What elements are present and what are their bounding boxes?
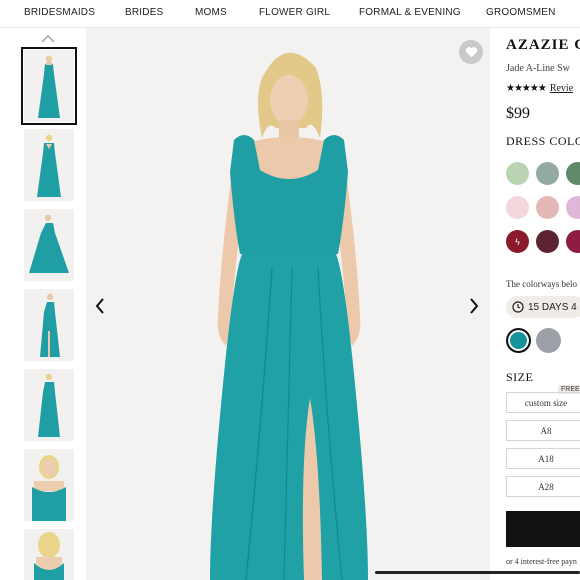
selected-color-swatch[interactable] xyxy=(506,328,531,353)
add-to-bag-button[interactable] xyxy=(506,511,580,547)
colorways-note: The colorways belo xyxy=(506,279,577,289)
nav-item-brides[interactable]: BRIDES xyxy=(125,7,163,18)
horizontal-scrollbar[interactable] xyxy=(375,571,580,574)
clock-icon xyxy=(512,301,524,313)
chevron-left-icon xyxy=(95,298,104,314)
nav-item-groomsmen[interactable]: GROOMSMEN xyxy=(486,7,556,18)
size-option-a28[interactable]: A28 xyxy=(506,476,580,497)
product-title: AZAZIE C xyxy=(506,37,580,53)
color-swatch[interactable] xyxy=(536,230,559,253)
shipping-label: 15 DAYS 4 xyxy=(528,301,577,313)
color-swatch[interactable] xyxy=(566,230,580,253)
lightning-icon: ϟ xyxy=(515,236,520,247)
thumbnail-closeup-front[interactable] xyxy=(24,449,74,521)
nav-item-flower-girl[interactable]: FLOWER GIRL xyxy=(259,7,330,18)
dress-color-label: DRESS COLO xyxy=(506,134,580,148)
shipping-badge: 15 DAYS 4 xyxy=(506,296,580,318)
nav-item-moms[interactable]: MOMS xyxy=(195,7,227,18)
favorite-button[interactable] xyxy=(459,40,483,64)
color-swatch[interactable] xyxy=(566,196,580,219)
color-swatch[interactable] xyxy=(566,162,580,185)
thumbnail-closeup-back[interactable] xyxy=(24,529,74,580)
top-navigation: BRIDESMAIDS BRIDES MOMS FLOWER GIRL FORM… xyxy=(0,0,580,28)
color-swatch[interactable] xyxy=(506,196,529,219)
thumbnail-back[interactable] xyxy=(24,129,74,201)
color-swatch[interactable] xyxy=(536,328,561,353)
size-label: SIZE xyxy=(506,370,534,384)
size-option-a18[interactable]: A18 xyxy=(506,448,580,469)
payment-note: or 4 interest-free payn xyxy=(506,557,577,566)
color-swatch[interactable] xyxy=(536,196,559,219)
color-swatch[interactable]: ϟ xyxy=(506,230,529,253)
prev-image-button[interactable] xyxy=(90,294,110,318)
thumbnail-twirl[interactable] xyxy=(24,209,74,281)
thumbnail-front[interactable] xyxy=(21,47,77,125)
main-product-image[interactable] xyxy=(86,28,490,580)
chevron-right-icon xyxy=(470,298,479,314)
product-price: $99 xyxy=(506,105,530,122)
product-info-panel: AZAZIE C Jade A-Line Sw ★★★★★ Revie $99 … xyxy=(490,28,580,580)
nav-item-bridesmaids[interactable]: BRIDESMAIDS xyxy=(24,7,95,18)
chevron-up-icon[interactable] xyxy=(41,34,55,44)
dress-photo xyxy=(86,28,490,580)
thumbnail-back-2[interactable] xyxy=(24,369,74,441)
thumbnail-side[interactable] xyxy=(24,289,74,361)
next-image-button[interactable] xyxy=(464,294,484,318)
nav-item-formal-evening[interactable]: FORMAL & EVENING xyxy=(359,7,461,18)
color-swatch[interactable] xyxy=(536,162,559,185)
product-rating: ★★★★★ Revie xyxy=(506,83,573,94)
thumbnail-strip xyxy=(0,28,86,580)
reviews-link[interactable]: Revie xyxy=(550,83,573,94)
size-option-a8[interactable]: A8 xyxy=(506,420,580,441)
product-subtitle: Jade A-Line Sw xyxy=(506,63,570,74)
size-option-custom[interactable]: custom size xyxy=(506,392,580,413)
heart-icon xyxy=(465,47,477,58)
color-swatch[interactable] xyxy=(506,162,529,185)
rating-stars-icon: ★★★★★ xyxy=(506,83,547,94)
